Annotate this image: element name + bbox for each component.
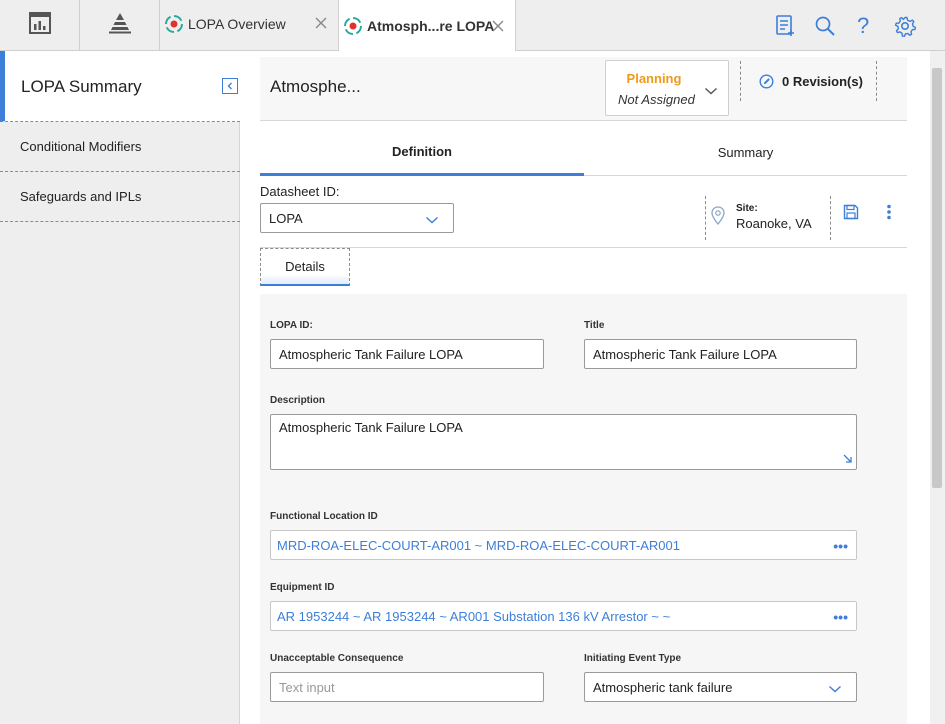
state-assignee: Not Assigned [618,92,695,107]
dashboard-icon [28,11,51,39]
description-field[interactable]: Atmospheric Tank Failure LOPA [270,414,857,470]
main-content: Atmosphe... Planning Not Assigned 0 Revi… [240,51,945,724]
tab-atmospheric-lopa[interactable]: Atmosph...re LOPA [339,0,516,51]
state-label: Planning [626,71,682,86]
chevron-left-icon [226,77,234,95]
initiating-event-type-select[interactable]: Atmospheric tank failure [584,672,857,702]
title-label: Title [584,320,605,331]
tab-details[interactable]: Details [260,248,350,286]
functional-location-field[interactable]: MRD-ROA-ELEC-COURT-AR001 ~ MRD-ROA-ELEC-… [270,530,857,560]
tab-definition[interactable]: Definition [260,129,584,176]
datasheet-value: LOPA [269,210,303,226]
help-icon[interactable]: ? [857,13,869,38]
chevron-down-icon [425,213,439,228]
divider [260,247,907,248]
collapse-sidebar-button[interactable] [222,78,238,94]
lopa-target-icon [164,14,184,37]
functional-location-label: Functional Location ID [270,511,378,522]
lopa-id-value: Atmospheric Tank Failure LOPA [279,346,463,362]
pyramid-button[interactable] [80,0,160,50]
revisions-button[interactable]: 0 Revision(s) [740,61,877,101]
lopa-id-field[interactable]: Atmospheric Tank Failure LOPA [270,339,544,369]
checklist-add-icon[interactable] [774,14,796,38]
dashboard-button[interactable] [0,0,80,50]
scrollbar-thumb[interactable] [932,68,942,488]
sidebar: LOPA Summary Conditional Modifiers Safeg… [0,51,240,724]
tab-summary[interactable]: Summary [584,129,907,175]
chevron-down-icon [828,682,842,697]
unacceptable-consequence-field[interactable]: Text input [270,672,544,702]
tab-label: Atmosph...re LOPA [367,18,495,34]
lopa-target-icon [343,16,363,39]
sidebar-item-label: Safeguards and IPLs [20,189,142,204]
title-field[interactable]: Atmospheric Tank Failure LOPA [584,339,857,369]
description-value: Atmospheric Tank Failure LOPA [279,420,463,435]
site-info: Site: Roanoke, VA [705,196,831,240]
unacceptable-consequence-label: Unacceptable Consequence [270,653,404,664]
description-label: Description [270,395,326,406]
datasheet-label: Datasheet ID: [260,184,340,199]
record-title: Atmosphe... [270,77,361,96]
revisions-label: 0 Revision(s) [782,73,863,89]
tab-label: LOPA Overview [188,16,286,32]
record-tabs: Definition Summary [260,129,907,176]
top-tab-bar: LOPA Overview Atmosph...re LOPA ? [0,0,945,51]
lopa-id-label: LOPA ID: [270,320,313,331]
pyramid-icon [108,12,132,39]
details-form: LOPA ID: Atmospheric Tank Failure LOPA T… [260,294,907,724]
initiating-event-type-value: Atmospheric tank failure [593,679,733,695]
close-icon[interactable] [491,19,505,33]
tab-label: Summary [717,144,774,160]
equipment-field[interactable]: AR 1953244 ~ AR 1953244 ~ AR001 Substati… [270,601,857,631]
save-icon[interactable] [843,204,859,225]
record-header: Atmosphe... Planning Not Assigned 0 Revi… [260,57,907,121]
site-label: Site: [736,203,758,214]
search-icon[interactable] [814,14,836,38]
close-icon[interactable] [314,16,328,30]
resize-handle-icon[interactable] [843,452,853,467]
state-dropdown[interactable]: Planning Not Assigned [605,60,729,116]
equipment-label: Equipment ID [270,582,335,593]
sidebar-item-conditional-modifiers[interactable]: Conditional Modifiers [0,122,240,172]
revision-icon [759,73,774,89]
title-value: Atmospheric Tank Failure LOPA [593,346,777,362]
more-options-icon[interactable] [886,204,892,225]
location-pin-icon [711,206,725,231]
chevron-down-icon [704,83,718,101]
sidebar-header: LOPA Summary [0,51,240,122]
gear-icon[interactable] [894,14,917,38]
sidebar-item-safeguards-ipls[interactable]: Safeguards and IPLs [0,172,240,222]
initiating-event-type-label: Initiating Event Type [584,653,682,664]
sidebar-item-label: Conditional Modifiers [20,139,142,154]
datasheet-select[interactable]: LOPA [260,203,454,233]
tab-lopa-overview[interactable]: LOPA Overview [160,0,339,50]
ellipsis-icon[interactable]: ••• [833,538,848,554]
equipment-value[interactable]: AR 1953244 ~ AR 1953244 ~ AR001 Substati… [277,609,670,624]
tab-label: Definition [392,143,452,159]
sidebar-title: LOPA Summary [21,77,142,96]
placeholder-text: Text input [279,679,335,695]
functional-location-value[interactable]: MRD-ROA-ELEC-COURT-AR001 ~ MRD-ROA-ELEC-… [277,538,680,553]
ellipsis-icon[interactable]: ••• [833,609,848,625]
site-value: Roanoke, VA [736,216,812,231]
tab-label: Details [285,259,325,274]
